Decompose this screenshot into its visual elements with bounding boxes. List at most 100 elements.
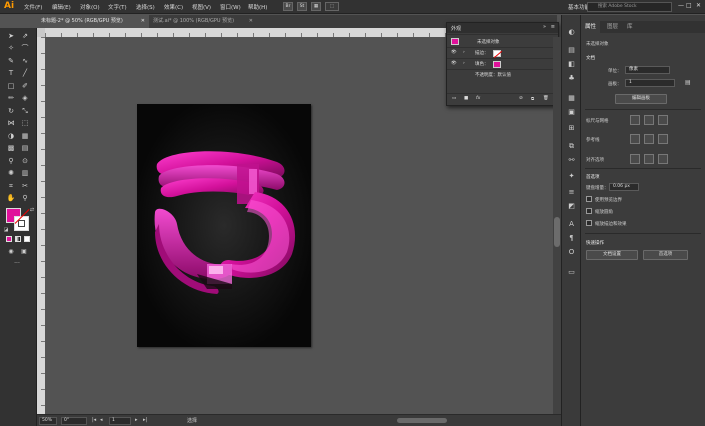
magic-wand-tool-icon[interactable]: ✧	[6, 43, 16, 53]
gradient-icon[interactable]: ◩	[566, 201, 577, 211]
units-select[interactable]: 像素	[625, 66, 670, 74]
scale-strokes-checkbox[interactable]	[586, 220, 592, 226]
shape-builder-tool-icon[interactable]: ◑	[6, 131, 16, 141]
ruler-origin[interactable]	[37, 28, 45, 37]
menu-file[interactable]: 文件(F)	[24, 3, 42, 11]
paintbrush-tool-icon[interactable]: ✐	[20, 81, 30, 91]
expand-arrow-icon[interactable]: ›	[463, 61, 465, 66]
pathfinder-icon[interactable]: ▣	[566, 107, 577, 117]
zoom-field[interactable]: 50%	[39, 417, 57, 425]
rotate-tool-icon[interactable]: ↻	[6, 106, 16, 116]
menu-help[interactable]: 帮助(H)	[248, 3, 267, 11]
eraser-tool-icon[interactable]: ◈	[20, 93, 30, 103]
scale-tool-icon[interactable]: ⤡	[20, 106, 30, 116]
maximize-icon[interactable]: □	[686, 2, 692, 9]
grid-toggle-icon[interactable]	[644, 115, 654, 125]
mesh-tool-icon[interactable]: ▩	[6, 143, 16, 153]
prev-artboard-icon[interactable]: ◂	[100, 417, 103, 423]
close-icon[interactable]: ✕	[696, 2, 701, 9]
search-input[interactable]: 搜索 Adobe Stock	[587, 2, 672, 12]
draw-mode-icon[interactable]: ◉	[6, 247, 16, 257]
new-fill-icon[interactable]: ■	[464, 96, 468, 101]
appearance-opacity-row[interactable]: 不透明度：默认值	[447, 69, 558, 80]
symbols-icon[interactable]: ♣	[566, 73, 577, 83]
document-setup-button[interactable]: 文档设置	[586, 250, 638, 260]
appearance-object-row[interactable]: 未选择对象	[447, 34, 558, 47]
transform-icon[interactable]: ⊞	[566, 123, 577, 133]
rotate-view-field[interactable]: 0°	[61, 417, 87, 425]
minimize-icon[interactable]: —	[678, 2, 684, 9]
zoom-tool-icon[interactable]: ⚲	[20, 193, 30, 203]
tab-libraries[interactable]: 库	[623, 21, 637, 33]
align-icon[interactable]: ▦	[566, 93, 577, 103]
collapse-icon[interactable]: »	[543, 24, 546, 30]
artboard[interactable]	[137, 104, 311, 347]
stroke-swatch[interactable]	[14, 209, 30, 231]
symbol-sprayer-tool-icon[interactable]: ✺	[6, 168, 16, 178]
stroke-swatch-none[interactable]	[493, 50, 503, 59]
properties-icon[interactable]: ▤	[566, 45, 577, 55]
pen-tool-icon[interactable]: ✎	[6, 56, 16, 66]
keyboard-increment-input[interactable]: 0.06 px	[609, 183, 639, 191]
delete-icon[interactable]: 🗑	[543, 96, 549, 101]
expand-arrow-icon[interactable]: ›	[463, 50, 465, 55]
guides-toggle-icon[interactable]	[630, 134, 640, 144]
snap-pixel-icon[interactable]	[644, 154, 654, 164]
scale-corners-checkbox[interactable]	[586, 208, 592, 214]
new-stroke-icon[interactable]: ▭	[452, 96, 456, 101]
stroke-icon[interactable]: ≡	[566, 187, 577, 197]
vertical-ruler[interactable]	[37, 37, 45, 414]
snap-point-icon[interactable]	[630, 154, 640, 164]
transparency-grid-icon[interactable]	[658, 115, 668, 125]
line-tool-icon[interactable]: ╱	[20, 68, 30, 78]
appearance-fill-row[interactable]: 👁 › 填色：	[447, 58, 558, 69]
selection-tool-icon[interactable]: ➤	[6, 31, 16, 41]
gradient-mode-icon[interactable]	[15, 236, 21, 242]
paragraph-icon[interactable]: ¶	[566, 233, 577, 243]
duplicate-icon[interactable]: ⧉	[531, 96, 534, 102]
blend-tool-icon[interactable]: ⊙	[20, 156, 30, 166]
menu-window[interactable]: 窗口(W)	[220, 3, 241, 11]
visibility-eye-icon[interactable]: 👁	[451, 50, 457, 55]
first-artboard-icon[interactable]: |◂	[92, 417, 96, 423]
magenta-3d-ribbon-artwork[interactable]	[137, 104, 311, 347]
preferences-button[interactable]: 首选项	[643, 250, 688, 260]
width-tool-icon[interactable]: ⋈	[6, 118, 16, 128]
horizontal-scroll-thumb[interactable]	[397, 418, 447, 423]
gradient-tool-icon[interactable]: ▤	[20, 143, 30, 153]
appearance-stroke-row[interactable]: 👁 › 描边：	[447, 47, 558, 59]
default-colors-icon[interactable]: ◪	[1, 225, 11, 235]
color-guide-icon[interactable]: ◐	[566, 27, 577, 37]
links-icon[interactable]: ⚯	[566, 155, 577, 165]
panel-menu-icon[interactable]: ≡	[551, 24, 555, 30]
fill-swatch-magenta[interactable]	[493, 61, 501, 68]
swap-fill-stroke-icon[interactable]: ⇄	[27, 205, 37, 215]
artboards-icon[interactable]: ▭	[566, 267, 577, 277]
direct-selection-tool-icon[interactable]: ⇗	[20, 31, 30, 41]
visibility-eye-icon[interactable]: 👁	[451, 61, 457, 66]
tab-untitled-2[interactable]: 未标题-2* @ 50% (RGB/GPU 预览) ✕	[37, 15, 149, 28]
rectangle-tool-icon[interactable]: □	[6, 81, 16, 91]
stock-button[interactable]: St	[297, 2, 307, 11]
menu-view[interactable]: 视图(V)	[192, 3, 211, 11]
preview-bounds-checkbox[interactable]	[586, 196, 592, 202]
hand-tool-icon[interactable]: ✋	[6, 193, 16, 203]
transparency-icon[interactable]: ◧	[566, 59, 577, 69]
vertical-scrollbar[interactable]	[553, 37, 561, 414]
menu-type[interactable]: 文字(T)	[108, 3, 127, 11]
menu-edit[interactable]: 编辑(E)	[52, 3, 71, 11]
color-mode-icon[interactable]	[6, 236, 12, 242]
shaper-tool-icon[interactable]: ✏	[6, 93, 16, 103]
eyedropper-tool-icon[interactable]: ⚲	[6, 156, 16, 166]
menu-effect[interactable]: 效果(C)	[164, 3, 183, 11]
smart-guides-icon[interactable]	[658, 134, 668, 144]
menu-select[interactable]: 选择(S)	[136, 3, 155, 11]
menu-object[interactable]: 对象(O)	[80, 3, 100, 11]
scroll-thumb[interactable]	[554, 217, 560, 247]
artboard-select[interactable]: 1	[625, 79, 675, 87]
type-tool-icon[interactable]: T	[6, 68, 16, 78]
bridge-button[interactable]: Br	[283, 2, 293, 11]
none-mode-icon[interactable]	[24, 236, 30, 242]
gpu-icon[interactable]: ⬚	[325, 2, 339, 11]
edit-toolbar-icon[interactable]: ···	[12, 259, 22, 269]
